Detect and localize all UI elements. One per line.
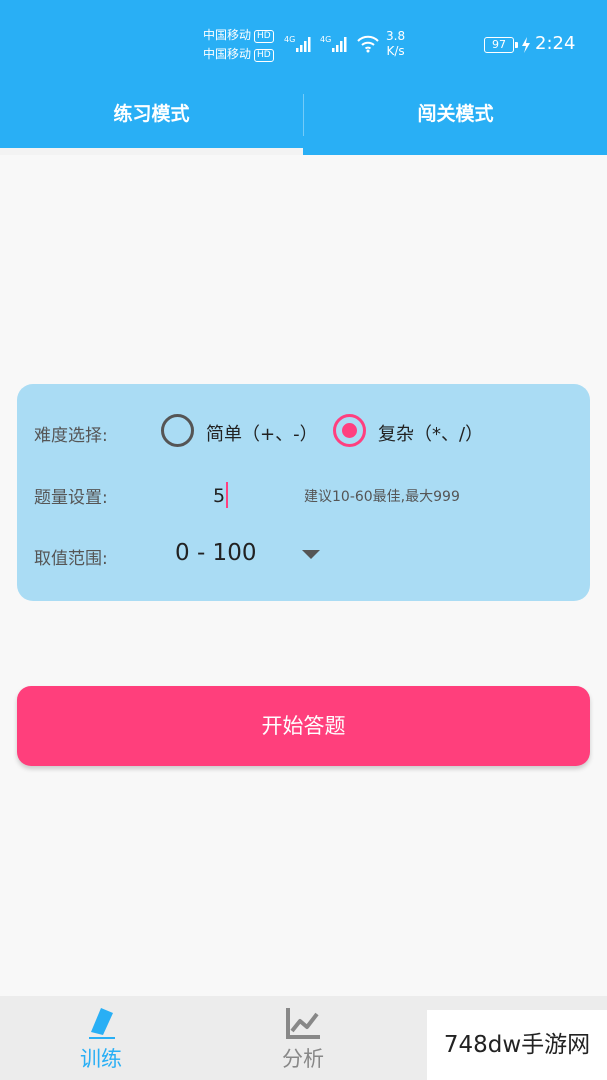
settings-card: 难度选择: 简单（+、-） 复杂（*、/） 题量设置: 5 建议10-60最佳,… [17,384,590,601]
quantity-input[interactable]: 5 [213,482,229,508]
net-type-2: 4G [320,35,331,44]
network-speed: 3.8 K/s [386,29,405,59]
difficulty-label: 难度选择: [34,426,108,446]
quantity-hint: 建议10-60最佳,最大999 [304,489,460,505]
tab-challenge-mode[interactable]: 闯关模式 [304,88,607,155]
signal-2-icon: 4G [320,35,347,52]
radio-easy[interactable] [161,414,194,447]
status-bar: 中国移动 HD 中国移动 HD 4G 4G 3.8 K/s 97 2:24 [0,0,607,88]
watermark: 748dw手游网 [427,1010,607,1080]
nav-item-training[interactable]: 训练 [0,996,202,1080]
nav-label-training: 训练 [80,1047,122,1071]
hd-badge: HD [254,30,274,43]
radio-easy-label[interactable]: 简单（+、-） [206,420,318,446]
radio-complex[interactable] [333,414,366,447]
clock: 2:24 [535,33,576,54]
tab-practice-mode[interactable]: 练习模式 [0,88,303,155]
range-label: 取值范围: [34,549,108,569]
quantity-label: 题量设置: [34,488,108,508]
mode-tabs: 练习模式 闯关模式 [0,88,607,155]
battery-level: 97 [492,38,506,51]
speed-unit: K/s [386,44,405,58]
dropdown-arrow-icon[interactable] [302,550,320,559]
radio-complex-label[interactable]: 复杂（*、/） [378,420,483,446]
battery-icon: 97 [484,37,518,53]
charging-icon [522,37,530,53]
nav-label-analysis: 分析 [282,1047,324,1071]
carrier-info: 中国移动 HD 中国移动 HD [203,26,274,64]
carrier-2: 中国移动 [203,47,252,61]
pencil-icon [89,1008,115,1039]
wifi-icon [357,35,379,53]
nav-item-analysis[interactable]: 分析 [202,996,404,1080]
text-cursor [226,482,229,508]
hd-badge: HD [254,49,274,62]
start-answering-button[interactable]: 开始答题 [17,686,590,766]
range-select[interactable]: 0 - 100 [175,540,256,566]
speed-value: 3.8 [386,29,406,43]
signal-1-icon: 4G [284,35,311,52]
line-chart-icon [286,1008,320,1039]
quantity-value: 5 [213,485,226,507]
net-type-1: 4G [284,35,295,44]
carrier-1: 中国移动 [203,28,252,42]
tab-indicator [0,148,303,155]
